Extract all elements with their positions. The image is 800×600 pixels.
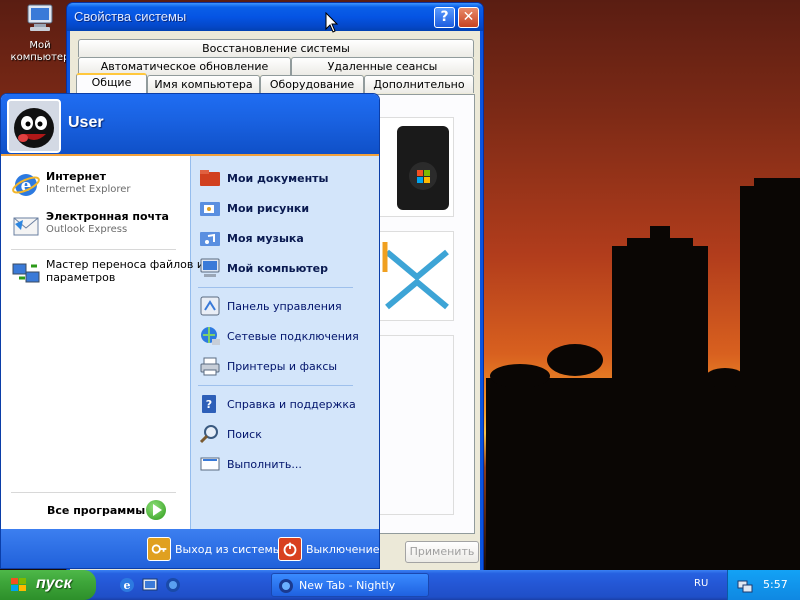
quicklaunch-show-desktop-icon[interactable]	[141, 576, 159, 594]
tab-hardware[interactable]: Оборудование	[260, 75, 364, 93]
menu-network-connections[interactable]: Сетевые подключения	[198, 324, 359, 348]
pinned-title: Электронная почта	[46, 210, 169, 223]
pinned-email[interactable]: Электронная почта Outlook Express	[11, 210, 169, 240]
network-connections-icon	[201, 327, 220, 345]
menu-run[interactable]: Выполнить...	[198, 452, 302, 476]
tab-system-restore[interactable]: Восстановление системы	[78, 39, 474, 57]
shutdown-label: Выключение	[306, 542, 380, 556]
user-avatar[interactable]	[7, 99, 61, 153]
separator	[11, 492, 176, 493]
logoff-label: Выход из системы	[175, 542, 282, 556]
separator	[198, 287, 353, 288]
svg-text:e: e	[124, 579, 131, 592]
windows-box-icon	[397, 126, 449, 210]
menu-label: Справка и поддержка	[227, 397, 356, 411]
pinned-internet[interactable]: e Интернет Internet Explorer	[11, 170, 131, 200]
search-icon	[199, 425, 218, 444]
menu-my-music[interactable]: Моя музыка	[198, 226, 304, 250]
taskbar-button-nightly[interactable]: New Tab - Nightly	[271, 573, 429, 597]
menu-search[interactable]: Поиск	[198, 422, 262, 446]
recent-label-line1: Мастер переноса файлов и	[46, 258, 205, 271]
tab-computer-name[interactable]: Имя компьютера	[147, 75, 260, 93]
control-panel-icon	[200, 296, 220, 316]
windows-flag-icon	[11, 578, 26, 591]
tab-remote[interactable]: Удаленные сеансы	[291, 57, 474, 75]
pinned-title: Интернет	[46, 170, 106, 183]
start-menu-header: User	[1, 94, 379, 156]
power-icon	[278, 537, 302, 561]
nightly-browser-icon	[279, 579, 293, 593]
start-menu: User e Интернет Internet Explorer Электр…	[0, 93, 380, 569]
internet-explorer-icon: e	[12, 174, 40, 196]
menu-label: Сетевые подключения	[227, 329, 359, 343]
outlook-express-icon	[13, 217, 39, 236]
menu-my-documents[interactable]: Мои документы	[198, 166, 329, 190]
start-label: пуск	[36, 575, 72, 592]
all-programs-label[interactable]: Все программы	[47, 504, 145, 517]
recent-transfer-wizard[interactable]: Мастер переноса файлов и параметров	[11, 258, 204, 288]
start-menu-footer: Выход из системы Выключение	[1, 529, 380, 568]
quicklaunch-browser-icon[interactable]	[164, 576, 182, 594]
menu-printers-faxes[interactable]: Принтеры и факсы	[198, 354, 337, 378]
desktop-icon-label: Мой компьютер	[10, 40, 70, 63]
clock[interactable]: 5:57	[763, 578, 788, 591]
recent-label-line2: параметров	[46, 271, 116, 284]
transfer-wizard-icon	[12, 263, 40, 283]
my-computer-icon	[27, 4, 53, 31]
menu-label: Мои рисунки	[227, 201, 310, 215]
menu-label: Мой компьютер	[227, 261, 329, 275]
avatar-icon	[14, 108, 54, 148]
separator	[11, 249, 176, 250]
desktop-icon-my-computer[interactable]: Мой компьютер	[8, 2, 72, 64]
taskbar: пуск e New Tab - Nightly RU 5:57	[0, 570, 800, 600]
pinned-subtitle: Internet Explorer	[46, 184, 131, 195]
run-icon	[200, 457, 220, 471]
close-button[interactable]: ✕	[458, 7, 479, 28]
my-computer-icon	[200, 258, 220, 277]
menu-label: Моя музыка	[227, 231, 304, 245]
my-pictures-icon	[200, 202, 220, 216]
windows-logo-image	[376, 117, 454, 217]
menu-control-panel[interactable]: Панель управления	[198, 294, 342, 318]
printers-icon	[200, 357, 220, 376]
language-indicator[interactable]: RU	[694, 578, 708, 589]
start-button[interactable]: пуск	[0, 570, 96, 600]
help-icon: ?	[202, 395, 216, 413]
shutdown-button[interactable]: Выключение	[278, 537, 380, 561]
menu-help-support[interactable]: ? Справка и поддержка	[198, 392, 356, 416]
tab-general[interactable]: Общие	[76, 73, 147, 93]
menu-label: Поиск	[227, 427, 262, 441]
tab-advanced[interactable]: Дополнительно	[364, 75, 474, 93]
oem-logo-icon	[382, 242, 449, 310]
separator	[198, 385, 353, 386]
window-title: Свойства системы	[67, 3, 483, 31]
logoff-icon	[147, 537, 171, 561]
network-tray-icon[interactable]	[737, 577, 753, 593]
oem-logo-image	[376, 231, 454, 321]
menu-label: Мои документы	[227, 171, 329, 185]
user-name: User	[68, 114, 104, 131]
pinned-subtitle: Outlook Express	[46, 224, 128, 235]
my-documents-icon	[200, 170, 220, 186]
logoff-button[interactable]: Выход из системы	[147, 537, 281, 561]
my-music-icon	[200, 232, 220, 246]
all-programs-arrow-icon[interactable]	[146, 500, 166, 520]
info-area	[376, 335, 454, 515]
menu-my-pictures[interactable]: Мои рисунки	[198, 196, 309, 220]
quicklaunch-ie-icon[interactable]: e	[118, 576, 136, 594]
system-tray: 5:57	[727, 570, 800, 600]
apply-button[interactable]: Применить	[405, 541, 479, 563]
menu-my-computer[interactable]: Мой компьютер	[198, 256, 328, 280]
menu-label: Выполнить...	[227, 457, 302, 471]
help-button[interactable]: ?	[434, 7, 455, 28]
menu-label: Панель управления	[227, 299, 342, 313]
menu-label: Принтеры и факсы	[227, 359, 338, 373]
mouse-cursor-icon	[325, 12, 339, 33]
svg-text:?: ?	[206, 398, 212, 411]
task-label: New Tab - Nightly	[299, 579, 396, 592]
